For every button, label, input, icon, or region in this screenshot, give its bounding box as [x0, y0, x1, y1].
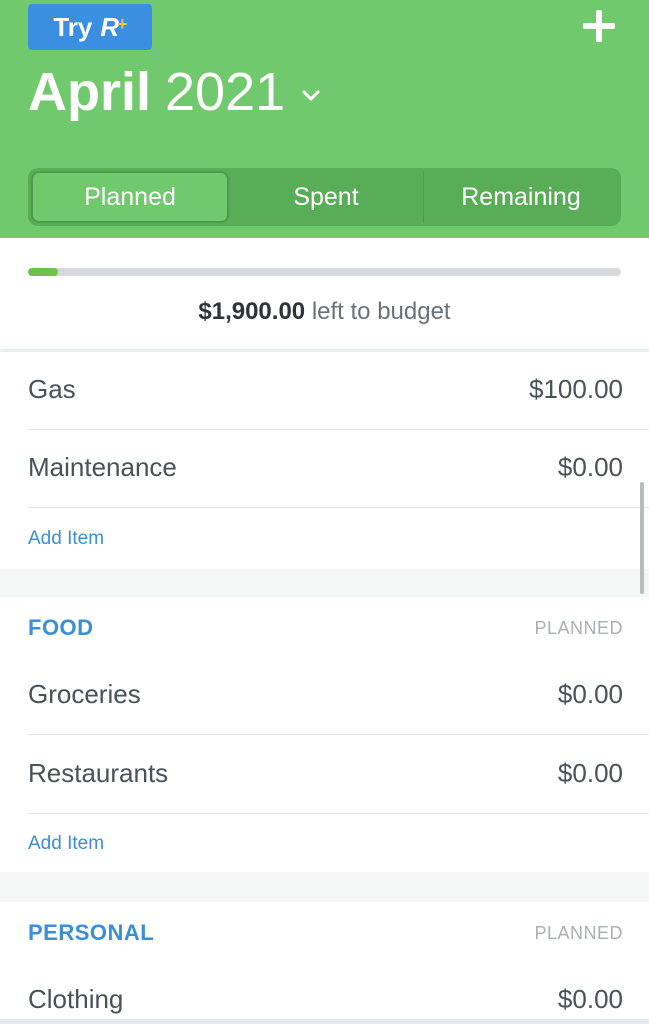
- budget-item-label: Restaurants: [28, 758, 169, 788]
- year-label: 2021: [165, 62, 286, 122]
- try-label: Try: [53, 11, 93, 42]
- group-name: PERSONAL: [28, 920, 155, 945]
- budget-item-row[interactable]: Clothing $0.00: [0, 962, 649, 1024]
- tab-spent-label: Spent: [293, 182, 359, 211]
- left-to-budget-label: left to budget: [305, 298, 451, 325]
- chevron-down-icon: [302, 90, 320, 101]
- tab-remaining[interactable]: Remaining: [424, 171, 618, 223]
- add-item-link[interactable]: Add Item: [28, 833, 104, 855]
- budget-item-label: Groceries: [28, 679, 141, 709]
- tab-remaining-label: Remaining: [461, 182, 581, 211]
- month-selector[interactable]: April 2021: [28, 60, 323, 124]
- bottom-edge: [0, 1019, 649, 1024]
- header: Try R + April 2021 Planned Spent Remaini…: [0, 0, 649, 238]
- budget-item-row[interactable]: Restaurants $0.00: [0, 736, 649, 814]
- rplus-icon: R +: [100, 11, 127, 43]
- view-tabs: Planned Spent Remaining: [28, 168, 621, 226]
- budget-item-value[interactable]: $0.00: [558, 452, 623, 483]
- budget-summary: $1,900.00 left to budget: [0, 238, 649, 349]
- group-header[interactable]: FOOD PLANNED: [0, 597, 649, 657]
- budget-item-value[interactable]: $100.00: [529, 374, 623, 405]
- left-to-budget-text: $1,900.00 left to budget: [0, 298, 649, 326]
- budget-group-food: FOOD PLANNED Groceries $0.00 Restaurants…: [0, 597, 649, 872]
- group-header[interactable]: PERSONAL PLANNED: [0, 902, 649, 962]
- budget-progress-fill: [28, 268, 58, 276]
- budget-item-row[interactable]: Groceries $0.00: [0, 657, 649, 735]
- budget-progress-bar: [28, 268, 621, 276]
- budget-item-label: Clothing: [28, 984, 124, 1014]
- row-divider: [28, 507, 649, 508]
- row-divider: [28, 813, 649, 814]
- budget-item-value[interactable]: $0.00: [558, 679, 623, 710]
- budget-group-transportation: Gas $100.00 Maintenance $0.00 Add Item: [0, 352, 649, 569]
- row-divider: [28, 734, 649, 735]
- group-column-label: PLANNED: [534, 923, 623, 943]
- try-rplus-button[interactable]: Try R +: [28, 4, 152, 50]
- budget-group-personal: PERSONAL PLANNED Clothing $0.00: [0, 902, 649, 1019]
- tab-spent[interactable]: Spent: [229, 171, 423, 223]
- budget-item-row[interactable]: Gas $100.00: [0, 352, 649, 430]
- add-button[interactable]: [579, 6, 619, 46]
- tab-planned-label: Planned: [84, 182, 176, 211]
- rplus-letter: R: [100, 11, 119, 42]
- group-name: FOOD: [28, 615, 94, 640]
- plus-icon: [583, 10, 615, 42]
- budget-item-row[interactable]: Maintenance $0.00: [0, 430, 649, 508]
- group-column-label: PLANNED: [534, 618, 623, 638]
- rplus-plus: +: [117, 13, 127, 34]
- month-label: April: [28, 62, 152, 122]
- budget-item-value[interactable]: $0.00: [558, 758, 623, 789]
- budget-screen: Try R + April 2021 Planned Spent Remaini…: [0, 0, 649, 1024]
- budget-item-label: Maintenance: [28, 452, 177, 482]
- budget-item-value[interactable]: $0.00: [558, 984, 623, 1015]
- budget-item-label: Gas: [28, 374, 76, 404]
- tab-planned[interactable]: Planned: [31, 171, 229, 223]
- add-item-link[interactable]: Add Item: [28, 528, 104, 550]
- scrollbar[interactable]: [640, 482, 644, 594]
- left-to-budget-amount: $1,900.00: [198, 298, 306, 325]
